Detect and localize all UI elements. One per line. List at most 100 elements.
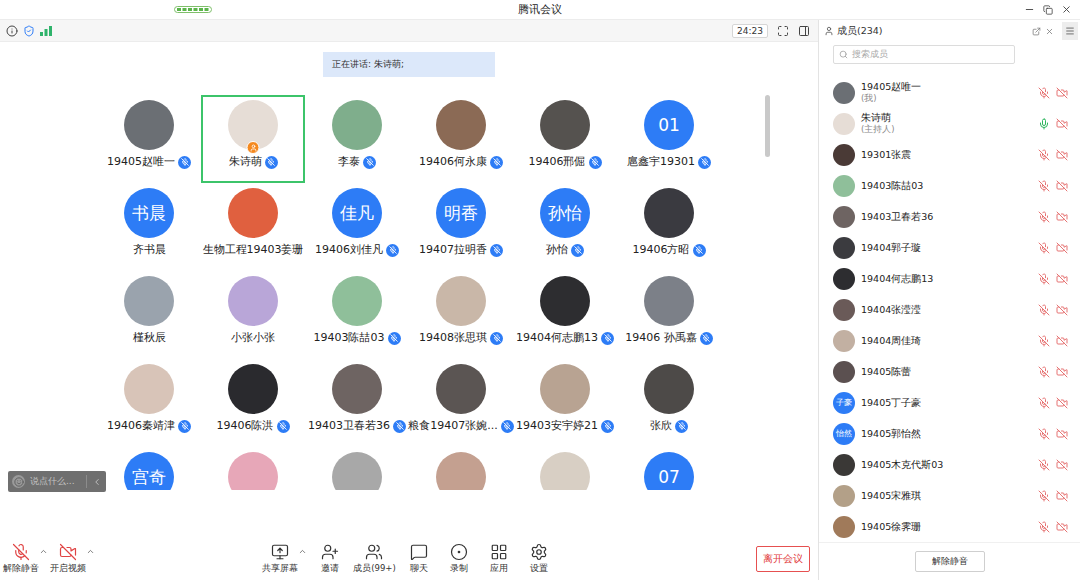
member-row[interactable]: 19405赵唯一(我) [819,77,1080,108]
chat-button[interactable]: 聊天 [402,543,436,575]
caret[interactable] [86,547,95,556]
mic-off-icon[interactable] [1038,304,1050,316]
minimize-icon[interactable] [1024,4,1035,15]
menu-button[interactable] [1062,22,1078,40]
member-search[interactable]: 搜索成员 [833,45,1015,64]
participant-tile[interactable]: 19406 孙禹嘉 [617,271,721,359]
info-icon[interactable] [6,25,18,37]
sidebar-toggle-icon[interactable] [798,25,810,37]
member-row[interactable]: 19405陈蕾 [819,356,1080,387]
apps-button[interactable]: 应用 [482,543,516,575]
participant-tile[interactable]: 19406何永康 [409,95,513,183]
participant-tile[interactable] [305,447,409,490]
video-off-icon[interactable] [1056,149,1068,161]
member-row[interactable]: 19403陈喆03 [819,170,1080,201]
video-off-icon[interactable] [1056,242,1068,254]
video-off-icon[interactable] [1056,397,1068,409]
mic-off-icon[interactable] [1038,397,1050,409]
participant-tile[interactable]: 19406陈洪 [201,359,305,447]
member-row[interactable]: 19404何志鹏13 [819,263,1080,294]
unmute-all-button[interactable]: 解除静音 [915,551,985,572]
video-off-icon[interactable] [1056,180,1068,192]
mic-off-icon[interactable] [1038,273,1050,285]
participant-tile[interactable]: 书晨齐书晨 [97,183,201,271]
close-icon[interactable] [1061,4,1072,15]
member-row[interactable]: 19403卫春若36 [819,201,1080,232]
participant-tile[interactable]: 19404何志鹏13 [513,271,617,359]
emoji-button[interactable] [12,475,25,488]
participant-tile[interactable]: 槿秋辰 [97,271,201,359]
video-button[interactable]: 开启视频 [50,543,86,575]
caret[interactable] [39,547,48,556]
share-button[interactable]: 共享屏幕 [262,543,298,575]
participant-tile[interactable]: 19406秦靖津 [97,359,201,447]
popout-icon[interactable] [1032,27,1041,36]
mic-off-icon[interactable] [1038,490,1050,502]
member-row[interactable]: 19404张滢滢 [819,294,1080,325]
video-off-icon[interactable] [1056,273,1068,285]
mic-off-icon[interactable] [1038,428,1050,440]
participant-tile[interactable]: 佳凡19406刘佳凡 [305,183,409,271]
shield-icon[interactable] [23,25,35,37]
participant-tile[interactable]: 明香19407拉明香 [409,183,513,271]
video-off-icon[interactable] [1056,366,1068,378]
members-button[interactable]: 成员(99+) [353,543,396,575]
mic-off-icon[interactable] [1038,521,1050,533]
mic-off-icon[interactable] [1038,335,1050,347]
member-row[interactable]: 19404郭子璇 [819,232,1080,263]
participant-tile[interactable]: 小张小张 [201,271,305,359]
mic-button[interactable]: 解除静音 [3,543,39,575]
participant-tile[interactable]: 张欣 [617,359,721,447]
scrollbar-thumb[interactable] [765,95,770,157]
video-off-icon[interactable] [1056,335,1068,347]
mic-off-icon[interactable] [1038,459,1050,471]
participant-tile[interactable]: 孙怡孙怡 [513,183,617,271]
participant-tile[interactable]: 生物工程19403姜珊 [201,183,305,271]
mic-off-icon[interactable] [1038,366,1050,378]
member-row[interactable]: 子豪19405丁子豪 [819,387,1080,418]
video-off-icon[interactable] [1056,211,1068,223]
member-row[interactable]: 19405徐霁珊 [819,511,1080,542]
participant-tile[interactable]: 19406方昭 [617,183,721,271]
video-off-icon[interactable] [1056,304,1068,316]
caret[interactable] [298,547,307,556]
participant-tile[interactable]: 19403安宇婷21 [513,359,617,447]
participant-tile[interactable]: 07 [617,447,721,490]
video-off-icon[interactable] [1056,428,1068,440]
member-row[interactable]: 19404周佳琦 [819,325,1080,356]
invite-button[interactable]: 邀请 [313,543,347,575]
participant-tile[interactable]: 19408张思琪 [409,271,513,359]
settings-button[interactable]: 设置 [522,543,556,575]
video-off-icon[interactable] [1056,459,1068,471]
participant-tile[interactable]: 19405赵唯一 [97,95,201,183]
participant-tile[interactable]: 宫奇 [97,447,201,490]
mic-off-icon[interactable] [1038,242,1050,254]
participant-tile[interactable]: 19403陈喆03 [305,271,409,359]
member-row[interactable]: 朱诗萌(主持人) [819,108,1080,139]
video-off-icon[interactable] [1056,490,1068,502]
member-row[interactable]: 19301张震 [819,139,1080,170]
participant-tile[interactable]: 01扈鑫宇19301 [617,95,721,183]
restore-icon[interactable] [1043,5,1053,15]
participant-tile[interactable]: 粮食19407张婉... [409,359,513,447]
collapse-icon[interactable] [92,477,102,487]
fullscreen-icon[interactable] [777,25,789,37]
video-off-icon[interactable] [1056,118,1068,130]
participant-tile[interactable] [201,447,305,490]
participant-tile[interactable] [513,447,617,490]
video-off-icon[interactable] [1056,521,1068,533]
video-off-icon[interactable] [1056,87,1068,99]
participant-tile[interactable]: 19406邢倔 [513,95,617,183]
record-button[interactable]: 录制 [442,543,476,575]
participant-tile[interactable]: 李泰 [305,95,409,183]
leave-button[interactable]: 离开会议 [756,546,810,572]
member-row[interactable]: 怡然19405郭怡然 [819,418,1080,449]
member-row[interactable]: 19405宋雅琪 [819,480,1080,511]
close-panel-icon[interactable] [1045,27,1054,36]
chat-input[interactable]: 说点什么... [8,471,106,492]
mic-off-icon[interactable] [1038,211,1050,223]
mic-on-icon[interactable] [1038,118,1050,130]
member-row[interactable]: 19405木克代斯03 [819,449,1080,480]
mic-off-icon[interactable] [1038,87,1050,99]
participant-tile[interactable] [409,447,513,490]
